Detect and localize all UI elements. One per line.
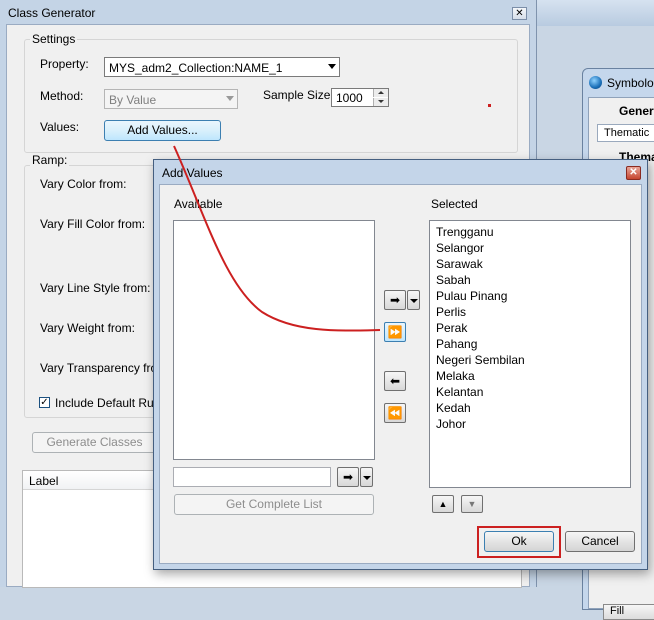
annotation-curve <box>173 145 381 332</box>
fill-button[interactable]: Fill <box>603 604 654 620</box>
annotation-arrow <box>173 145 381 332</box>
